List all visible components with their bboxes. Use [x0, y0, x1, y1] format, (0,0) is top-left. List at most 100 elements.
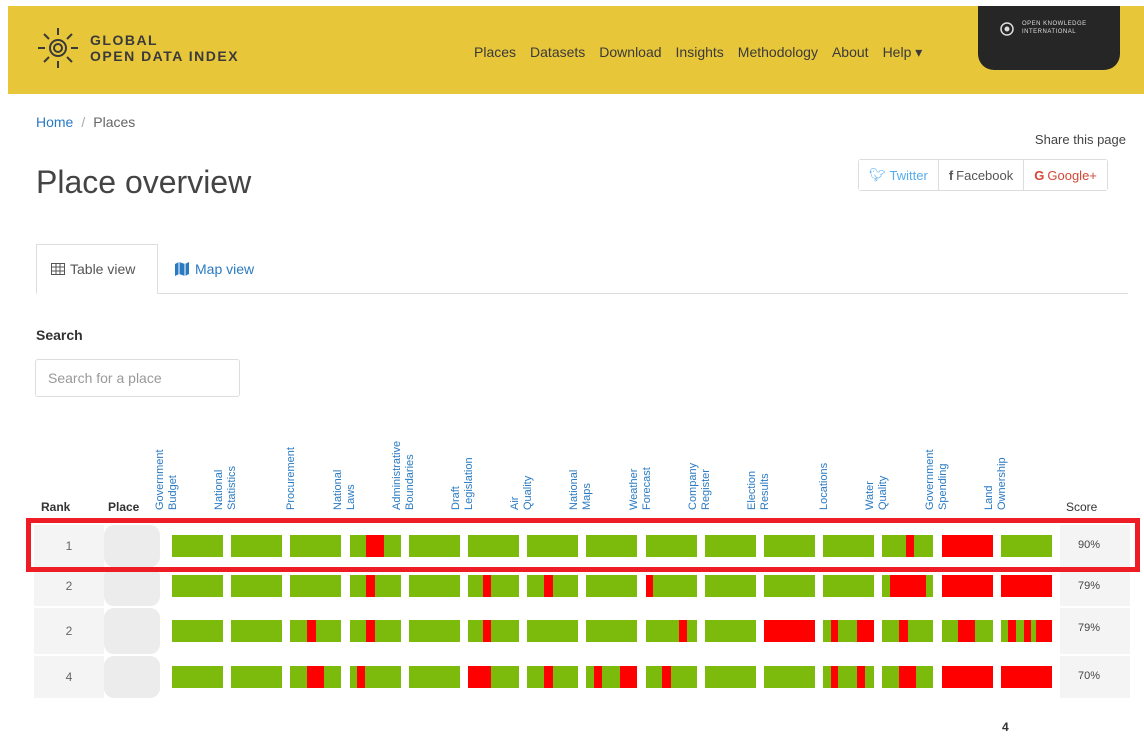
dataset-score-bar[interactable]	[231, 535, 283, 557]
dataset-score-bar[interactable]	[290, 535, 342, 557]
dataset-score-bar[interactable]	[941, 620, 993, 642]
dataset-score-bar[interactable]	[231, 575, 283, 597]
missing-criteria-segment	[620, 666, 638, 688]
dataset-score-bar[interactable]	[408, 666, 460, 688]
search-label: Search	[36, 327, 83, 343]
dataset-score-bar[interactable]	[764, 575, 815, 597]
tab-table-view[interactable]: Table view	[36, 244, 158, 294]
dataset-score-bar[interactable]	[231, 666, 283, 688]
table-icon	[51, 263, 65, 275]
dataset-score-bar[interactable]	[823, 620, 875, 642]
dataset-score-bar[interactable]	[468, 666, 519, 688]
nav-datasets[interactable]: Datasets	[530, 44, 585, 61]
place-cell[interactable]	[104, 656, 160, 698]
dataset-score-bar[interactable]	[468, 535, 519, 557]
dataset-score-bar[interactable]	[764, 666, 815, 688]
dataset-score-bar[interactable]	[882, 535, 934, 557]
dataset-score-bar[interactable]	[586, 620, 638, 642]
breadcrumb-home[interactable]: Home	[36, 114, 73, 130]
dataset-score-bar[interactable]	[1000, 535, 1052, 557]
table-row[interactable]: 4 70%	[34, 656, 1130, 698]
dataset-score-bar[interactable]	[823, 666, 875, 688]
dataset-column-header[interactable]: Election Results	[746, 420, 822, 512]
dataset-score-bar[interactable]	[172, 535, 223, 557]
dataset-score-bar[interactable]	[645, 535, 697, 557]
missing-criteria-segment	[830, 620, 839, 642]
dataset-score-bar[interactable]	[527, 666, 579, 688]
dataset-score-bar[interactable]	[704, 620, 756, 642]
dataset-score-bar[interactable]	[172, 666, 223, 688]
dataset-score-bar[interactable]	[527, 620, 579, 642]
dataset-score-bar[interactable]	[408, 575, 460, 597]
dataset-score-bar[interactable]	[408, 620, 460, 642]
place-column-header[interactable]: Place	[108, 500, 139, 514]
dataset-score-bar[interactable]	[941, 535, 993, 557]
nav-help-dropdown[interactable]: Help ▾	[883, 44, 923, 61]
dataset-score-bar[interactable]	[882, 666, 934, 688]
dataset-score-bar[interactable]	[941, 575, 993, 597]
dataset-score-bar[interactable]	[1000, 620, 1052, 642]
rank-column-header[interactable]: Rank	[41, 500, 70, 514]
table-row[interactable]: 1 90%	[34, 525, 1130, 567]
dataset-score-bar[interactable]	[704, 666, 756, 688]
nav-places[interactable]: Places	[474, 44, 516, 61]
dataset-score-bar[interactable]	[1000, 666, 1052, 688]
dataset-score-bar[interactable]	[882, 575, 934, 597]
dataset-score-bar[interactable]	[290, 575, 342, 597]
dataset-score-bar[interactable]	[823, 575, 875, 597]
missing-criteria-segment	[1036, 620, 1052, 642]
dataset-score-bar[interactable]	[349, 575, 401, 597]
nav-methodology[interactable]: Methodology	[738, 44, 818, 61]
dataset-score-bar[interactable]	[645, 666, 697, 688]
dataset-score-bar[interactable]	[882, 620, 934, 642]
google-share-button[interactable]: G Google+	[1024, 160, 1107, 190]
score-column-header[interactable]: Score	[1066, 500, 1097, 514]
breadcrumb: Home / Places	[36, 114, 135, 130]
twitter-share-button[interactable]: 🐦︎ Twitter	[859, 160, 939, 190]
rank-cell: 4	[34, 656, 104, 698]
dataset-score-bar[interactable]	[586, 535, 638, 557]
dataset-score-bar[interactable]	[349, 535, 401, 557]
dataset-score-bar[interactable]	[468, 620, 519, 642]
dataset-score-bar[interactable]	[704, 535, 756, 557]
dataset-score-bar[interactable]	[1000, 575, 1052, 597]
nav-about[interactable]: About	[832, 44, 869, 61]
dataset-score-bar[interactable]	[527, 575, 579, 597]
place-search-input[interactable]	[35, 359, 240, 397]
dataset-score-bar[interactable]	[290, 666, 342, 688]
place-cell[interactable]	[104, 525, 160, 567]
dataset-score-bar[interactable]	[645, 620, 697, 642]
facebook-share-button[interactable]: f Facebook	[938, 160, 1025, 190]
place-cell[interactable]	[104, 566, 160, 606]
score-cell: 70%	[1060, 656, 1130, 698]
dataset-score-bar[interactable]	[586, 666, 638, 688]
dataset-score-bar[interactable]	[349, 620, 401, 642]
dataset-score-bar[interactable]	[290, 620, 342, 642]
dataset-score-bar[interactable]	[527, 535, 579, 557]
dataset-column-header[interactable]: Land Ownership	[983, 420, 1059, 512]
site-logo[interactable]: GLOBAL OPEN DATA INDEX	[36, 26, 239, 70]
dataset-score-bar[interactable]	[823, 535, 875, 557]
nav-insights[interactable]: Insights	[676, 44, 724, 61]
dataset-score-bar[interactable]	[645, 575, 697, 597]
tab-map-view[interactable]: Map view	[160, 244, 268, 294]
dataset-score-bar[interactable]	[468, 575, 519, 597]
open-knowledge-badge[interactable]: OPEN KNOWLEDGE INTERNATIONAL	[978, 6, 1120, 70]
dataset-score-bar[interactable]	[704, 575, 756, 597]
dataset-score-bar[interactable]	[764, 620, 815, 642]
table-row[interactable]: 2 79%	[34, 608, 1130, 654]
dataset-score-bar[interactable]	[231, 620, 283, 642]
dataset-score-bar[interactable]	[586, 575, 638, 597]
place-cell[interactable]	[104, 608, 160, 654]
dataset-score-bar[interactable]	[408, 535, 460, 557]
nav-download[interactable]: Download	[599, 44, 661, 61]
dataset-score-bar[interactable]	[172, 575, 223, 597]
dataset-score-bar[interactable]	[172, 620, 223, 642]
table-row[interactable]: 2 79%	[34, 566, 1130, 606]
missing-criteria-segment	[357, 666, 365, 688]
dataset-score-bar[interactable]	[349, 666, 401, 688]
missing-criteria-segment	[856, 666, 865, 688]
dataset-score-bar[interactable]	[941, 666, 993, 688]
dataset-score-bar[interactable]	[764, 535, 815, 557]
dataset-column-header[interactable]: National Statistics	[213, 420, 289, 512]
